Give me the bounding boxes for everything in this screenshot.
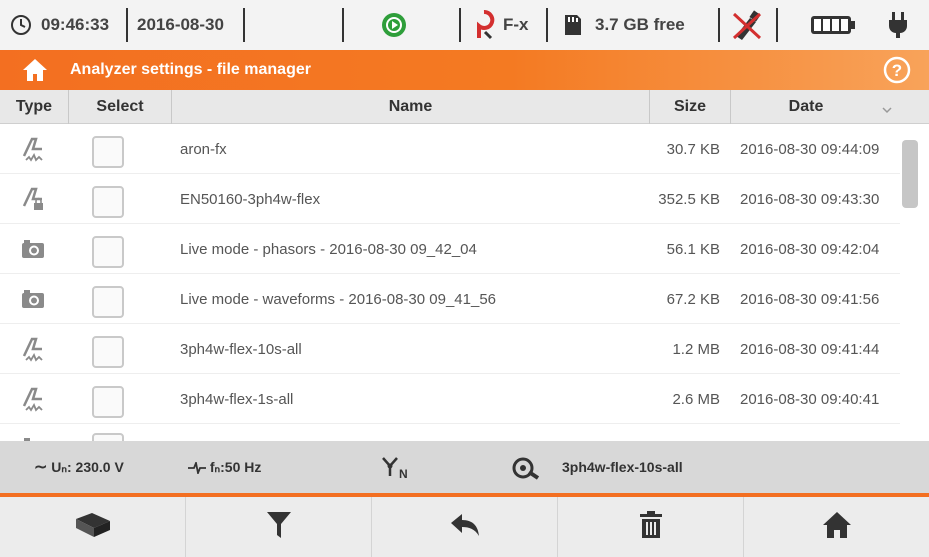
svg-text:?: ? — [892, 61, 902, 80]
home-icon[interactable] — [22, 57, 48, 88]
measurement-settings-icon — [20, 386, 46, 412]
select-checkbox[interactable] — [92, 336, 124, 368]
file-name: aron-fx — [180, 141, 227, 158]
measurement-settings-icon — [20, 336, 46, 362]
sort-descending-icon[interactable] — [882, 102, 892, 120]
config-gear-icon — [512, 441, 540, 493]
frequency-wave-icon — [188, 459, 210, 477]
filter-button[interactable] — [186, 497, 371, 557]
file-size: 352.5 KB — [658, 191, 720, 208]
clamp-type: F-x — [503, 15, 529, 34]
status-bar: 09:46:33 2016-08-30 F-x 3.7 GB free — [0, 0, 929, 50]
file-name: 3ph4w-flex-1s-all — [180, 391, 294, 408]
back-arrow-icon — [449, 513, 481, 542]
nominal-voltage: ∼ Uₙ: 230.0 V — [34, 459, 124, 476]
camera-icon — [20, 286, 46, 312]
recording-status-icon[interactable] — [381, 0, 407, 50]
page-title: Analyzer settings - file manager — [70, 61, 311, 78]
measurement-settings-locked-icon — [20, 186, 46, 212]
home-button[interactable] — [744, 497, 929, 557]
file-date: 2016-08-30 09:42:04 — [740, 241, 880, 258]
status-time: 09:46:33 — [41, 15, 110, 34]
column-header-size[interactable]: Size — [650, 90, 730, 124]
table-row[interactable]: Live mode - waveforms - 2016-08-30 09_41… — [0, 274, 900, 324]
home-icon — [822, 511, 852, 544]
network-3ph4w-icon: N — [381, 441, 411, 493]
file-size: 1.2 MB — [672, 341, 720, 358]
back-button[interactable] — [372, 497, 557, 557]
copy-to-usb-button[interactable] — [0, 497, 185, 557]
sd-card-icon — [563, 0, 583, 50]
power-plug-icon — [887, 0, 909, 50]
file-date: 2016-08-30 09:44:09 — [740, 141, 880, 158]
usb-drive-icon — [72, 511, 114, 544]
status-date: 2016-08-30 — [137, 15, 224, 34]
file-name: Live mode - phasors - 2016-08-30 09_42_0… — [180, 241, 477, 258]
camera-icon — [20, 236, 46, 262]
file-size: 30.7 KB — [666, 141, 720, 158]
file-size: 56.1 KB — [666, 241, 720, 258]
trash-icon — [639, 510, 663, 545]
bottom-toolbar — [0, 497, 929, 557]
select-checkbox[interactable] — [92, 136, 124, 168]
table-header: Type Select Name Size Date — [0, 90, 929, 124]
file-name: EN50160-3ph4w-flex — [180, 191, 321, 208]
active-configuration: 3ph4w-flex-10s-all — [562, 459, 683, 475]
file-size: 67.2 KB — [666, 291, 720, 308]
select-checkbox[interactable] — [92, 386, 124, 418]
table-row[interactable]: 3ph4w-flex-1s-all 2.6 MB 2016-08-30 09:4… — [0, 374, 900, 424]
file-size: 2.6 MB — [672, 391, 720, 408]
column-header-date[interactable]: Date — [731, 90, 881, 124]
table-row[interactable]: 3ph4w-flex-10s-all 1.2 MB 2016-08-30 09:… — [0, 324, 900, 374]
file-date: 2016-08-30 09:40:41 — [740, 391, 880, 408]
column-header-type[interactable]: Type — [0, 90, 68, 124]
file-list: aron-fx 30.7 KB 2016-08-30 09:44:09 EN50… — [0, 124, 900, 441]
clock-icon — [10, 0, 32, 50]
ac-wave-icon: ∼ — [34, 459, 48, 476]
svg-text:N: N — [399, 467, 408, 480]
scrollbar-thumb[interactable] — [902, 140, 918, 208]
table-row-partial[interactable] — [0, 424, 900, 441]
info-bar: ∼ Uₙ: 230.0 V fₙ:50 Hz N 3ph4w-flex-10s-… — [0, 441, 929, 493]
file-date: 2016-08-30 09:41:56 — [740, 291, 880, 308]
current-clamp-icon — [473, 0, 495, 50]
camera-icon — [20, 434, 46, 441]
select-checkbox[interactable] — [92, 433, 124, 441]
file-name: 3ph4w-flex-10s-all — [180, 341, 302, 358]
select-checkbox[interactable] — [92, 186, 124, 218]
table-row[interactable]: aron-fx 30.7 KB 2016-08-30 09:44:09 — [0, 124, 900, 174]
file-name: Live mode - waveforms - 2016-08-30 09_41… — [180, 291, 497, 308]
title-bar: Analyzer settings - file manager ? — [0, 50, 929, 90]
select-checkbox[interactable] — [92, 286, 124, 318]
measurement-settings-icon — [20, 136, 46, 162]
delete-button[interactable] — [558, 497, 743, 557]
column-header-select[interactable]: Select — [69, 90, 171, 124]
help-icon[interactable]: ? — [883, 56, 911, 89]
file-date: 2016-08-30 09:43:30 — [740, 191, 880, 208]
nominal-frequency: fₙ:50 Hz — [188, 441, 261, 493]
usb-disconnected-icon — [728, 0, 766, 50]
file-date: 2016-08-30 09:41:44 — [740, 341, 880, 358]
filter-icon — [266, 510, 292, 545]
battery-icon — [810, 0, 856, 50]
select-checkbox[interactable] — [92, 236, 124, 268]
table-row[interactable]: Live mode - phasors - 2016-08-30 09_42_0… — [0, 224, 900, 274]
table-row[interactable]: EN50160-3ph4w-flex 352.5 KB 2016-08-30 0… — [0, 174, 900, 224]
column-header-name[interactable]: Name — [172, 90, 649, 124]
storage-free: 3.7 GB free — [595, 15, 685, 34]
